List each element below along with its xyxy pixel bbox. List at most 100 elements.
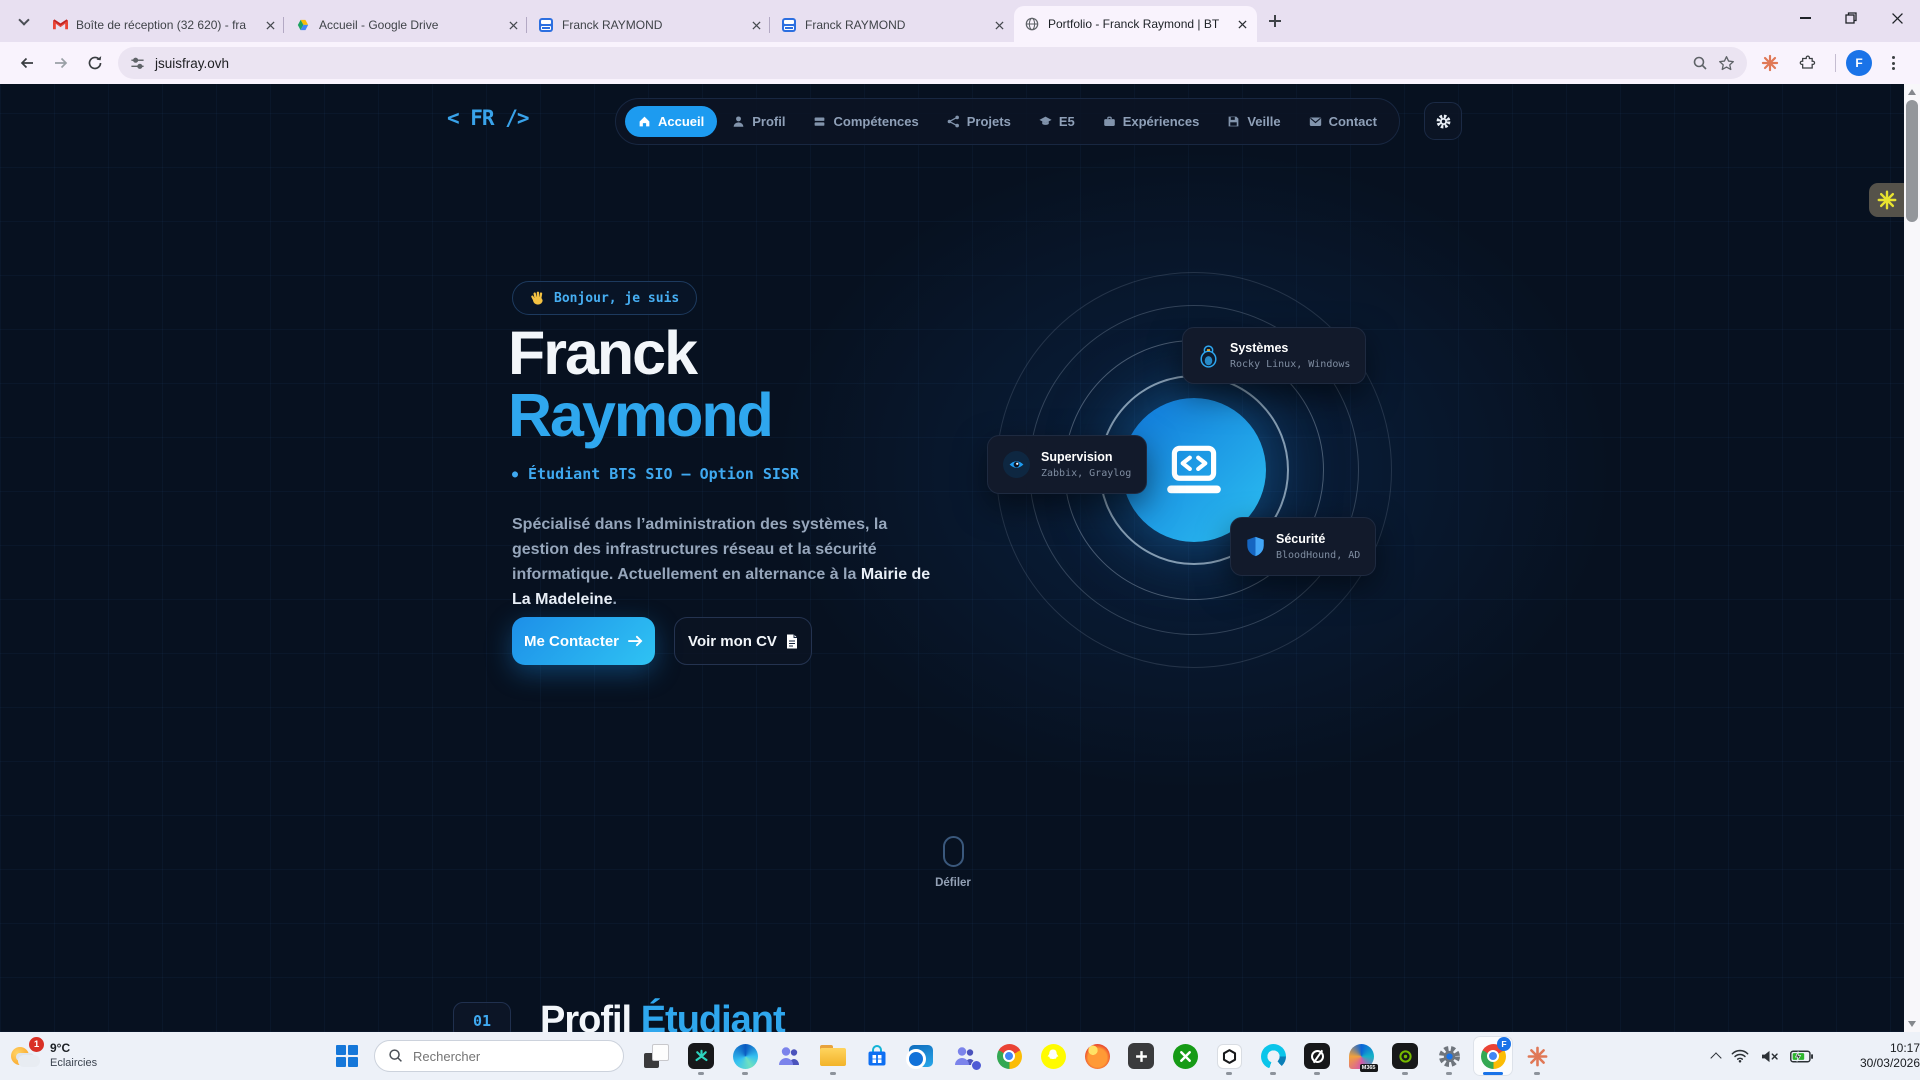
site-favicon bbox=[538, 17, 554, 33]
nav-item-e5[interactable]: E5 bbox=[1026, 106, 1088, 137]
tab-title: Portfolio - Franck Raymond | BT bbox=[1048, 17, 1225, 31]
theme-settings-button[interactable] bbox=[1424, 102, 1462, 140]
taskbar-chatgpt[interactable] bbox=[1209, 1036, 1249, 1076]
restore-icon bbox=[1845, 12, 1857, 24]
wifi-icon[interactable] bbox=[1731, 1049, 1749, 1063]
taskbar-settings[interactable] bbox=[1429, 1036, 1469, 1076]
new-tab-button[interactable] bbox=[1261, 7, 1289, 35]
taskbar-search-input[interactable] bbox=[374, 1040, 624, 1072]
yellow-starburst-icon bbox=[1876, 189, 1898, 211]
scroll-label: Défiler bbox=[918, 877, 988, 889]
zoom-icon[interactable] bbox=[1692, 55, 1708, 71]
taskbar-teams[interactable] bbox=[769, 1036, 809, 1076]
site-info-icon[interactable] bbox=[130, 56, 145, 71]
start-button[interactable] bbox=[336, 1045, 358, 1067]
tab-close-icon[interactable] bbox=[990, 16, 1008, 34]
tab-close-icon[interactable] bbox=[261, 16, 279, 34]
overlapping-windows-icon bbox=[644, 1043, 670, 1069]
taskbar-slash-app[interactable] bbox=[1297, 1036, 1337, 1076]
contact-button[interactable]: Me Contacter bbox=[512, 617, 655, 665]
nav-item-competences[interactable]: Compétences bbox=[800, 106, 931, 137]
taskbar-file-explorer[interactable] bbox=[813, 1036, 853, 1076]
taskbar-dark-pinwheel-app[interactable] bbox=[681, 1036, 721, 1076]
extensions-button[interactable] bbox=[1791, 46, 1825, 80]
scrollbar-thumb[interactable] bbox=[1906, 100, 1918, 222]
screen: { "browser": { "tabs": [ {"title": "Boît… bbox=[0, 0, 1920, 1080]
taskbar-task-view[interactable] bbox=[637, 1036, 677, 1076]
clock-time: 10:17 bbox=[1832, 1041, 1920, 1056]
taskbar-nvidia[interactable] bbox=[1385, 1036, 1425, 1076]
tab-close-icon[interactable] bbox=[747, 16, 765, 34]
taskbar-teams-work[interactable] bbox=[945, 1036, 985, 1076]
nav-item-profil[interactable]: Profil bbox=[719, 106, 798, 137]
server-icon bbox=[813, 115, 826, 128]
claude-extension-button[interactable] bbox=[1753, 46, 1787, 80]
close-window-button[interactable] bbox=[1874, 0, 1920, 36]
hero-first-name: Franck bbox=[508, 323, 696, 384]
taskbar-outlook[interactable] bbox=[901, 1036, 941, 1076]
nav-item-projets[interactable]: Projets bbox=[934, 106, 1024, 137]
taskbar-clock[interactable]: 10:17 30/03/2026 bbox=[1832, 1041, 1920, 1071]
reload-button[interactable] bbox=[78, 46, 112, 80]
taskbar-plus-app[interactable] bbox=[1121, 1036, 1161, 1076]
taskbar-chrome-active[interactable]: F bbox=[1473, 1036, 1513, 1076]
browser-menu-button[interactable] bbox=[1876, 46, 1910, 80]
taskbar-snapchat[interactable] bbox=[1033, 1036, 1073, 1076]
extension-side-button[interactable] bbox=[1869, 183, 1904, 217]
tab-title: Franck RAYMOND bbox=[562, 18, 739, 32]
site-logo[interactable]: < FR /> bbox=[447, 106, 529, 130]
url-text[interactable]: jsuisfray.ovh bbox=[155, 56, 1682, 71]
tab-gmail[interactable]: Boîte de réception (32 620) - fra bbox=[42, 8, 285, 42]
user-icon bbox=[732, 115, 745, 128]
tab-franck-1[interactable]: Franck RAYMOND bbox=[528, 8, 771, 42]
scrollbar-down-arrow[interactable] bbox=[1908, 1021, 1916, 1027]
back-button[interactable] bbox=[10, 46, 44, 80]
taskbar-edge[interactable] bbox=[725, 1036, 765, 1076]
minimize-button[interactable] bbox=[1782, 0, 1828, 36]
bookmark-star-icon[interactable] bbox=[1718, 55, 1735, 72]
taskbar-microsoft-store[interactable] bbox=[857, 1036, 897, 1076]
restore-button[interactable] bbox=[1828, 0, 1874, 36]
google-drive-icon bbox=[295, 17, 311, 33]
taskbar-m365-copilot[interactable]: M365 bbox=[1341, 1036, 1381, 1076]
site-favicon bbox=[781, 17, 797, 33]
tab-franck-2[interactable]: Franck RAYMOND bbox=[771, 8, 1014, 42]
tab-search-button[interactable] bbox=[10, 8, 38, 36]
card-title: Systèmes bbox=[1230, 341, 1350, 355]
back-icon bbox=[19, 55, 35, 71]
taskbar-firefox[interactable] bbox=[1077, 1036, 1117, 1076]
forward-button[interactable] bbox=[44, 46, 78, 80]
mouse-icon bbox=[943, 836, 964, 867]
taskbar-wave-app[interactable] bbox=[1253, 1036, 1293, 1076]
taskbar-chrome[interactable] bbox=[989, 1036, 1029, 1076]
profile-avatar[interactable]: F bbox=[1846, 50, 1872, 76]
scrollbar-up-arrow[interactable] bbox=[1908, 89, 1916, 95]
nav-item-veille[interactable]: Veille bbox=[1214, 106, 1293, 137]
taskbar-xbox[interactable] bbox=[1165, 1036, 1205, 1076]
weather-widget[interactable]: 1 9°C Eclaircies bbox=[10, 1039, 97, 1071]
address-bar[interactable]: jsuisfray.ovh bbox=[118, 47, 1747, 79]
volume-muted-icon[interactable] bbox=[1760, 1049, 1779, 1064]
divider bbox=[1835, 54, 1836, 72]
scrollbar[interactable] bbox=[1904, 84, 1920, 1032]
tab-title: Accueil - Google Drive bbox=[319, 18, 496, 32]
taskbar-claude[interactable] bbox=[1517, 1036, 1557, 1076]
teal-pinwheel-icon bbox=[693, 1048, 710, 1065]
hero-description: Spécialisé dans l’administration des sys… bbox=[512, 512, 948, 612]
hidden-icons-chevron[interactable] bbox=[1710, 1052, 1721, 1063]
tab-drive[interactable]: Accueil - Google Drive bbox=[285, 8, 528, 42]
nav-item-experiences[interactable]: Expériences bbox=[1090, 106, 1213, 137]
battery-charging-icon[interactable] bbox=[1790, 1050, 1813, 1063]
minimize-icon bbox=[1800, 17, 1811, 19]
cv-button[interactable]: Voir mon CV bbox=[674, 617, 812, 665]
tab-close-icon[interactable] bbox=[504, 16, 522, 34]
tab-close-icon[interactable] bbox=[1233, 15, 1251, 33]
chevron-down-icon bbox=[18, 14, 29, 25]
card-systemes: Systèmes Rocky Linux, Windows bbox=[1182, 327, 1366, 384]
card-title: Sécurité bbox=[1276, 532, 1360, 546]
nav-item-accueil[interactable]: Accueil bbox=[625, 106, 717, 137]
tab-portfolio-active[interactable]: Portfolio - Franck Raymond | BT bbox=[1014, 6, 1257, 42]
nav-item-contact[interactable]: Contact bbox=[1296, 106, 1390, 137]
next-section-heading: 01 Profil Étudiant bbox=[453, 999, 785, 1032]
notification-badge: 1 bbox=[29, 1037, 44, 1052]
